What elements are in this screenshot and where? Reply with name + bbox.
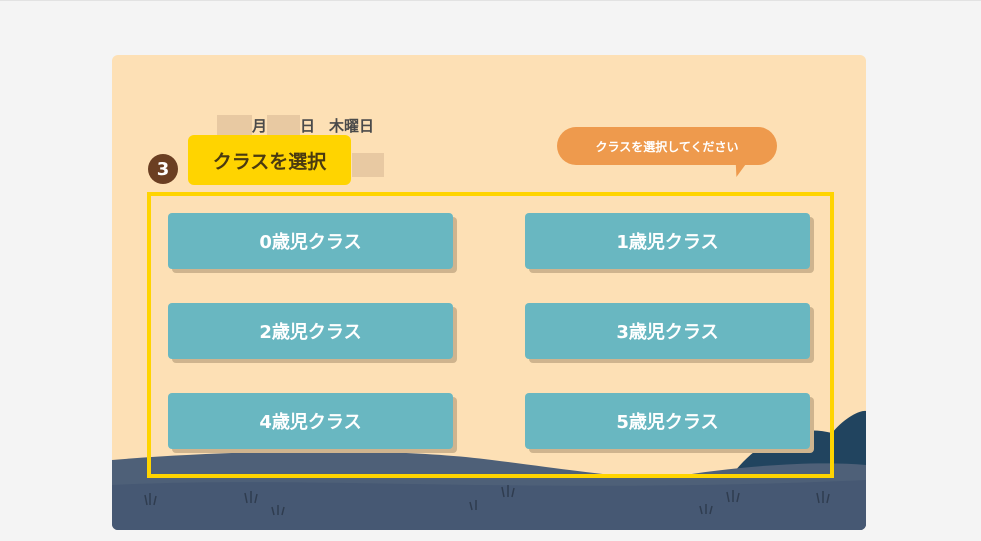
month-value-redacted xyxy=(217,115,252,135)
class-button-5[interactable]: 5歳児クラス xyxy=(525,393,810,449)
class-button-2[interactable]: 2歳児クラス xyxy=(168,303,453,359)
speech-bubble-text: クラスを選択してください xyxy=(595,139,739,154)
top-divider xyxy=(0,0,981,1)
class-button-4[interactable]: 4歳児クラス xyxy=(168,393,453,449)
redacted-field xyxy=(352,153,384,177)
day-suffix: 日 xyxy=(300,116,316,135)
month-suffix: 月 xyxy=(252,116,268,135)
class-button-1[interactable]: 1歳児クラス xyxy=(525,213,810,269)
day-value-redacted xyxy=(267,115,301,135)
class-select-screen: 月 日 木曜日 クラスを選択してください xyxy=(112,55,866,530)
date-display: 月 日 木曜日 xyxy=(217,114,374,136)
ground-shadow xyxy=(112,480,866,530)
class-button-0[interactable]: 0歳児クラス xyxy=(168,213,453,269)
page: 月 日 木曜日 クラスを選択してください 0歳児クラス 1歳児クラス 2歳児クラ… xyxy=(0,0,981,541)
weekday: 木曜日 xyxy=(329,116,375,135)
step-number-badge: 3 xyxy=(148,154,178,184)
class-button-3[interactable]: 3歳児クラス xyxy=(525,303,810,359)
step-label: クラスを選択 xyxy=(188,135,351,185)
